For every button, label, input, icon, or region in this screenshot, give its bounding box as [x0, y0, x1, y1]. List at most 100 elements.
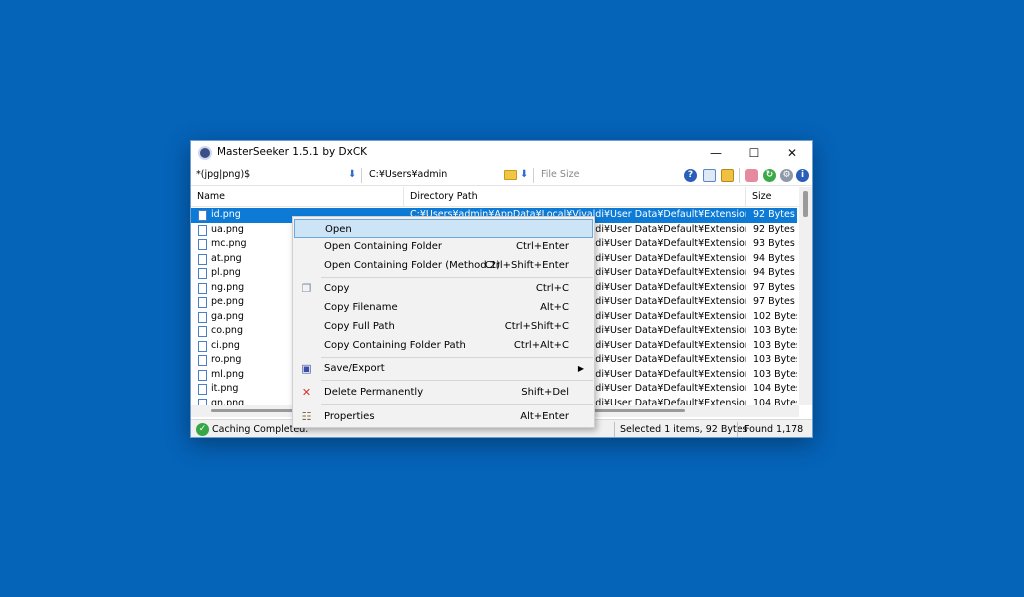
menu-item-label: Open Containing Folder — [324, 241, 443, 252]
menu-item-label: Properties — [324, 411, 375, 422]
delete-icon: ✕ — [301, 386, 312, 399]
file-icon — [198, 355, 207, 366]
menu-item-save-export[interactable]: ▣ Save/Export ▶ — [294, 359, 593, 378]
file-size: 103 Bytes — [753, 325, 797, 336]
status-divider — [614, 422, 615, 437]
column-size[interactable]: Size — [746, 187, 799, 207]
menu-item-label: Open Containing Folder (Method 2) — [324, 260, 501, 271]
menu-item-shortcut: Ctrl+Shift+Enter — [484, 260, 569, 271]
path-input[interactable]: C:¥Users¥admin — [369, 169, 447, 180]
selection-info: Selected 1 items, 92 Bytes — [620, 424, 748, 435]
menu-item-label: Copy Filename — [324, 302, 398, 313]
file-name: ga.png — [211, 310, 244, 322]
menu-item-label: Delete Permanently — [324, 387, 424, 398]
file-icon — [198, 326, 207, 337]
menu-item-shortcut: Ctrl+Shift+C — [504, 321, 569, 332]
minimize-button[interactable]: — — [697, 141, 735, 165]
file-size: 103 Bytes — [753, 368, 797, 380]
close-button[interactable]: ✕ — [773, 141, 811, 165]
menu-item-copy[interactable]: ❐ Copy Ctrl+C — [294, 279, 593, 298]
menu-item-delete-permanently[interactable]: ✕ Delete Permanently Shift+Del — [294, 383, 593, 402]
search-toolbar: *(jpg|png)$ ⬇ C:¥Users¥admin ⬇ File Size… — [191, 165, 812, 186]
search-input[interactable]: *(jpg|png)$ — [196, 169, 250, 180]
view-icon[interactable] — [703, 169, 716, 182]
file-icon — [198, 224, 207, 236]
file-icon — [198, 297, 207, 308]
path-history-arrow-icon[interactable]: ⬇ — [520, 169, 528, 180]
file-icon — [198, 282, 207, 294]
menu-item-label: Copy — [324, 283, 350, 294]
save-icon: ▣ — [301, 362, 312, 375]
file-icon — [198, 239, 207, 250]
file-size: 93 Bytes — [753, 238, 795, 249]
menu-separator — [321, 404, 593, 405]
title-bar[interactable]: MasterSeeker 1.5.1 by DxCK — ☐ ✕ — [191, 141, 812, 165]
file-size: 97 Bytes — [753, 281, 795, 293]
info-icon[interactable]: i — [796, 169, 809, 182]
menu-item-open-containing-folder[interactable]: Open Containing Folder Ctrl+Enter — [294, 237, 593, 256]
browse-folder-icon[interactable] — [504, 170, 517, 180]
file-size: 102 Bytes — [753, 310, 797, 322]
column-header: Name Directory Path Size — [191, 187, 799, 207]
menu-item-shortcut: Ctrl+Enter — [515, 241, 569, 252]
menu-item-open[interactable]: Open — [294, 219, 593, 238]
file-name: ci.png — [211, 339, 240, 351]
status-divider — [737, 422, 738, 437]
vertical-scrollbar[interactable] — [799, 187, 812, 405]
menu-separator — [321, 380, 593, 381]
file-size: 103 Bytes — [753, 354, 797, 365]
vertical-scroll-thumb[interactable] — [803, 191, 808, 217]
menu-item-shortcut: Alt+C — [540, 302, 569, 313]
context-menu: Open Open Containing Folder Ctrl+Enter O… — [292, 216, 595, 428]
menu-separator — [321, 277, 593, 278]
file-name: id.png — [211, 209, 241, 220]
help-icon[interactable]: ? — [684, 169, 697, 182]
maximize-button[interactable]: ☐ — [735, 141, 773, 165]
menu-item-copy-containing-folder-path[interactable]: Copy Containing Folder Path Ctrl+Alt+C — [294, 336, 593, 355]
file-size: 97 Bytes — [753, 296, 795, 307]
file-name: ro.png — [211, 354, 242, 365]
file-icon — [198, 384, 207, 395]
file-icon — [198, 268, 207, 279]
file-name: at.png — [211, 252, 242, 264]
window-title: MasterSeeker 1.5.1 by DxCK — [217, 146, 368, 158]
file-size: 94 Bytes — [753, 267, 795, 278]
menu-item-label: Copy Full Path — [324, 321, 395, 332]
menu-item-copy-filename[interactable]: Copy Filename Alt+C — [294, 298, 593, 317]
settings-icon[interactable]: ⚙ — [780, 169, 793, 182]
file-name: ua.png — [211, 223, 244, 235]
file-size: 92 Bytes — [753, 209, 795, 220]
menu-item-copy-full-path[interactable]: Copy Full Path Ctrl+Shift+C — [294, 317, 593, 336]
submenu-arrow-icon: ▶ — [577, 364, 584, 373]
file-size: 94 Bytes — [753, 252, 795, 264]
column-directory[interactable]: Directory Path — [404, 187, 746, 207]
file-size: 104 Bytes — [753, 383, 797, 394]
refresh-icon[interactable]: ↻ — [763, 169, 776, 182]
file-size: 92 Bytes — [753, 223, 795, 235]
properties-icon: ☷ — [301, 410, 312, 423]
search-history-arrow-icon[interactable]: ⬇ — [348, 169, 356, 180]
file-icon — [198, 340, 207, 352]
file-icon — [198, 369, 207, 381]
eraser-icon[interactable] — [745, 169, 758, 182]
file-size-input[interactable]: File Size — [541, 169, 579, 180]
file-name: mc.png — [211, 238, 247, 249]
file-name: ng.png — [211, 281, 245, 293]
column-name[interactable]: Name — [191, 187, 404, 207]
check-icon: ✓ — [196, 423, 209, 436]
menu-item-open-containing-folder-2[interactable]: Open Containing Folder (Method 2) Ctrl+S… — [294, 256, 593, 275]
toolbar-divider — [739, 168, 740, 183]
menu-item-shortcut: Alt+Enter — [520, 411, 569, 422]
menu-item-label: Copy Containing Folder Path — [324, 340, 466, 351]
menu-item-shortcut: Shift+Del — [521, 387, 569, 398]
folders-icon[interactable] — [721, 169, 734, 182]
copy-icon: ❐ — [301, 282, 312, 295]
file-name: co.png — [211, 325, 243, 336]
file-name: pe.png — [211, 296, 244, 307]
menu-item-properties[interactable]: ☷ Properties Alt+Enter — [294, 407, 593, 426]
menu-item-label: Save/Export — [324, 363, 385, 374]
toolbar-divider — [533, 168, 534, 183]
toolbar-divider — [361, 168, 362, 183]
menu-item-shortcut: Ctrl+C — [535, 283, 569, 294]
file-name: ml.png — [211, 368, 244, 380]
